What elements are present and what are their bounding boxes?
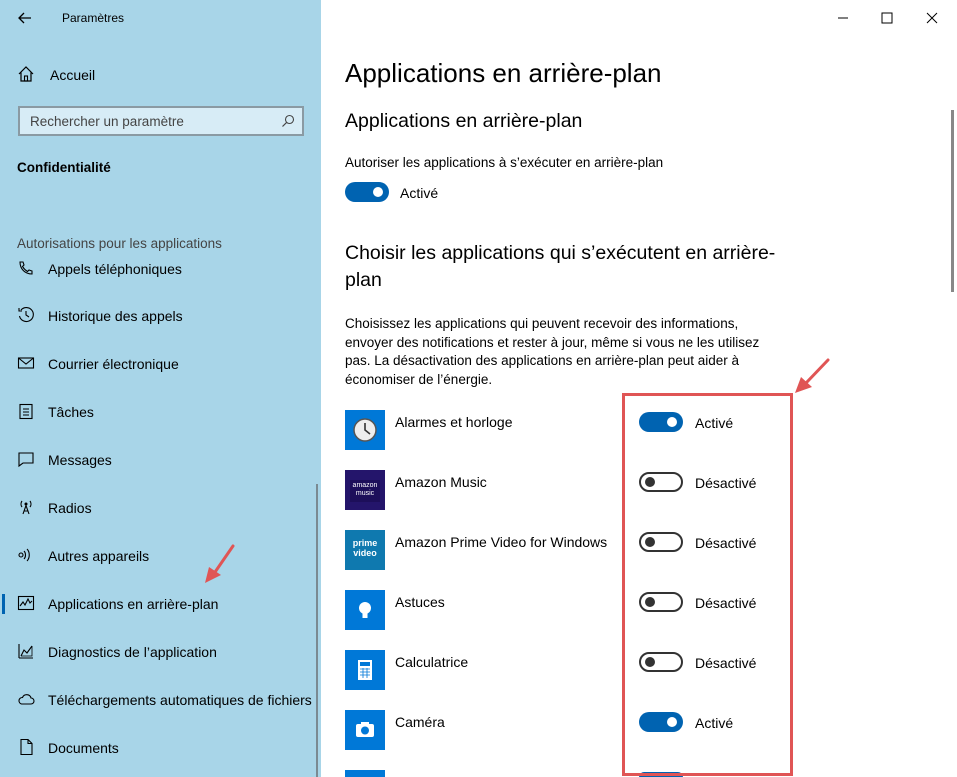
sidebar-item-background-apps[interactable]: Applications en arrière-plan: [17, 592, 313, 616]
devices-icon: [18, 548, 30, 562]
background-apps-icon: [17, 595, 35, 611]
sidebar-item-label: Historique des appels: [48, 308, 183, 324]
app-name: Astuces: [395, 594, 445, 610]
sidebar-item-label: Radios: [48, 500, 92, 516]
sidebar-item-radios[interactable]: Radios: [17, 496, 313, 520]
sidebar-item-downloads[interactable]: Téléchargements automatiques de fichiers: [17, 688, 313, 712]
cloud-icon: [18, 694, 35, 705]
sidebar-item-label: Diagnostics de l’application: [48, 644, 217, 660]
titlebar-left: Paramètres: [0, 0, 321, 36]
active-indicator: [2, 594, 5, 614]
allow-background-label: Autoriser les applications à s’exécuter …: [345, 155, 664, 170]
choose-apps-description: Choisissez les applications qui peuvent …: [345, 316, 760, 387]
main-scrollbar[interactable]: [951, 110, 954, 292]
app-name: Caméra: [395, 714, 445, 730]
page-title: Applications en arrière-plan: [345, 58, 662, 88]
home-icon: [18, 66, 34, 82]
group-label: Autorisations pour les applications: [17, 236, 222, 251]
sidebar-item-documents[interactable]: Documents: [17, 736, 313, 760]
sidebar: Paramètres Accueil Rechercher un paramèt…: [0, 0, 321, 777]
sidebar-item-tasks[interactable]: Tâches: [17, 400, 313, 424]
app-name: Amazon Music: [395, 474, 487, 490]
sidebar-item-label: Téléchargements automatiques de fichiers: [48, 692, 312, 708]
sidebar-item-mail[interactable]: Courrier électronique: [17, 352, 313, 376]
sidebar-item-history[interactable]: Historique des appels: [17, 304, 313, 328]
sidebar-item-label: Tâches: [48, 404, 94, 420]
radio-icon: [20, 500, 32, 515]
prime-video-icon: prime video: [345, 530, 385, 570]
sidebar-item-devices[interactable]: Autres appareils: [17, 544, 313, 568]
maximize-icon[interactable]: [877, 8, 897, 28]
search-placeholder: Rechercher un paramètre: [30, 114, 184, 129]
choose-apps-heading: Choisir les applications qui s’exécutent…: [345, 242, 776, 291]
sidebar-item-label: Courrier électronique: [48, 356, 179, 372]
amazon-music-icon-text: amazon music: [352, 482, 378, 497]
toggle-knob: [373, 187, 383, 197]
sidebar-item-label: Appels téléphoniques: [48, 261, 182, 277]
history-icon: [18, 306, 34, 323]
nav-home[interactable]: Accueil: [17, 64, 307, 86]
lightbulb-icon: [345, 590, 385, 630]
back-arrow-icon[interactable]: [14, 7, 36, 29]
window-title: Paramètres: [62, 11, 125, 25]
tasks-icon: [19, 403, 33, 420]
section-heading: Applications en arrière-plan: [345, 110, 583, 132]
mail-icon: [17, 357, 35, 369]
sidebar-item-label: Applications en arrière-plan: [48, 596, 219, 612]
annotation-arrow: [795, 358, 830, 393]
message-icon: [18, 452, 34, 468]
amazon-music-icon: amazon music: [345, 470, 385, 510]
sidebar-scrollbar[interactable]: [316, 484, 318, 777]
section-title: Confidentialité: [17, 160, 111, 175]
minimize-icon[interactable]: [833, 8, 853, 28]
sidebar-item-label: Messages: [48, 452, 112, 468]
search-icon: [282, 114, 295, 127]
sidebar-item-messages[interactable]: Messages: [17, 448, 313, 472]
prime-video-icon-text: prime video: [352, 538, 378, 558]
app-name: Alarmes et horloge: [395, 414, 513, 430]
phone-icon: [19, 261, 33, 275]
app-name: Calculatrice: [395, 654, 469, 670]
allow-background-toggle[interactable]: [345, 182, 389, 202]
search-input[interactable]: Rechercher un paramètre: [18, 106, 304, 136]
calculator-icon: [345, 650, 385, 690]
home-label: Accueil: [50, 67, 96, 83]
app-icon: [345, 770, 385, 777]
annotation-arrow: [205, 544, 235, 583]
close-icon[interactable]: [922, 8, 942, 28]
sidebar-item-diagnostics[interactable]: Diagnostics de l’application: [17, 640, 313, 664]
annotation-highlight-box: [622, 393, 793, 776]
sidebar-item-label: Documents: [48, 740, 119, 756]
camera-icon: [345, 710, 385, 750]
clock-icon: [345, 410, 385, 450]
sidebar-item-label: Autres appareils: [48, 548, 150, 564]
diagnostics-icon: [18, 644, 33, 659]
app-name: Amazon Prime Video for Windows: [395, 534, 608, 550]
sidebar-item-phone[interactable]: Appels téléphoniques: [17, 257, 313, 281]
allow-background-state: Activé: [400, 185, 439, 201]
document-icon: [20, 738, 33, 756]
